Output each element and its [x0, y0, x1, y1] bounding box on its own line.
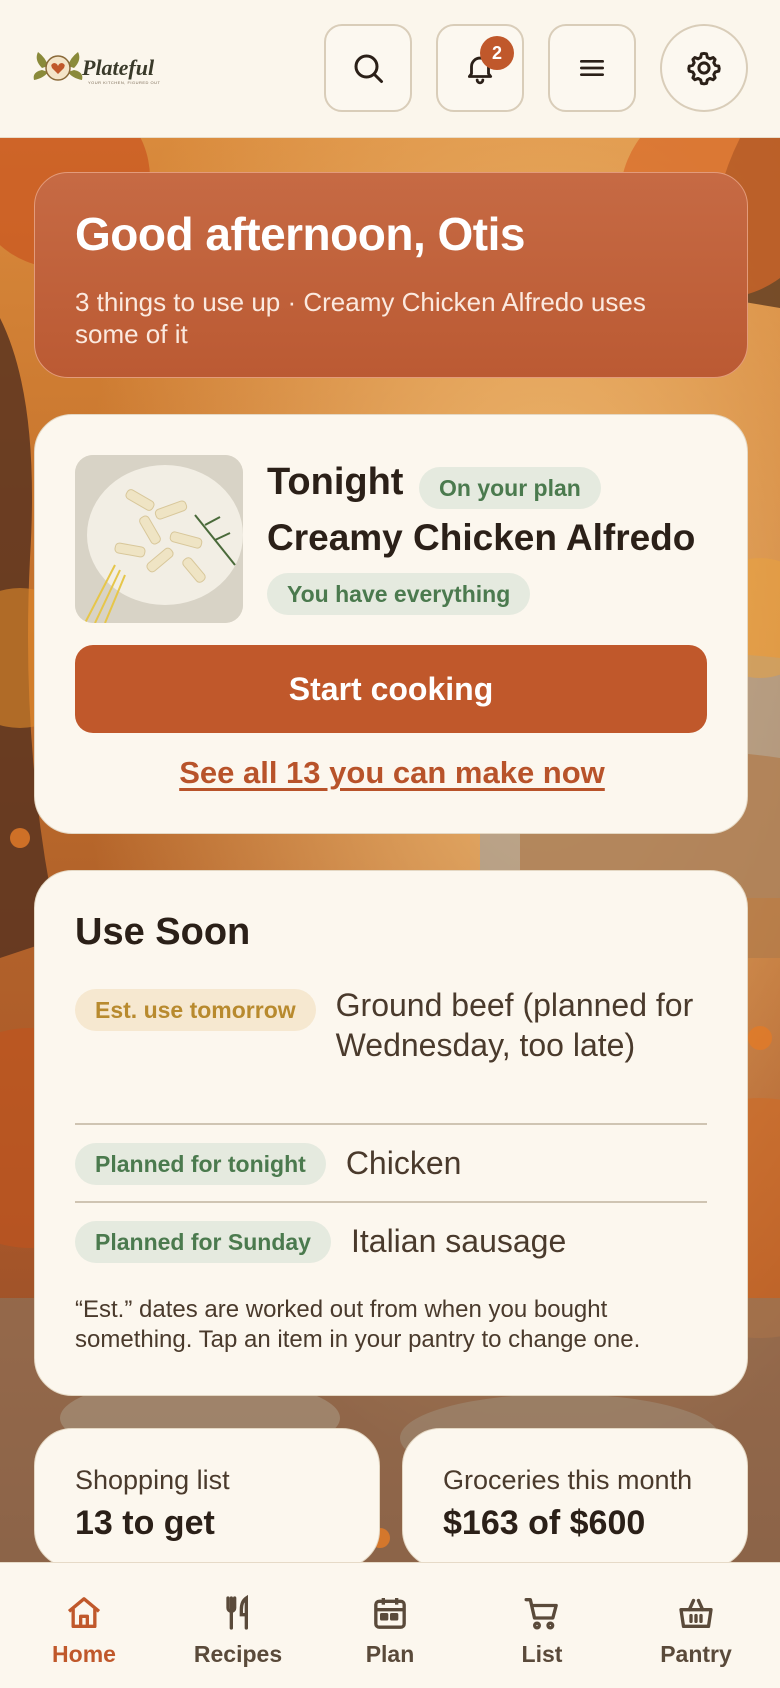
ingredients-status-badge: You have everything [267, 573, 531, 615]
nav-list[interactable]: List [464, 1563, 620, 1688]
dish-name[interactable]: Creamy Chicken Alfredo [267, 517, 695, 559]
on-plan-badge: On your plan [419, 467, 601, 509]
calendar-icon [374, 1598, 406, 1629]
groceries-label: Groceries this month [443, 1465, 693, 1495]
logo-tagline: YOUR KITCHEN, FIGURED OUT [88, 80, 161, 85]
search-icon [354, 54, 383, 83]
nav-plan[interactable]: Plan [312, 1563, 468, 1688]
use-soon-item[interactable]: Planned for Sunday Italian sausage [75, 1221, 707, 1263]
basket-icon [679, 1598, 713, 1628]
use-soon-item-name: Italian sausage [350, 1223, 567, 1259]
groceries-spend: $163 of $600 [443, 1504, 646, 1542]
estimate-note: “Est.” dates are worked out from when yo… [75, 1296, 641, 1353]
nav-label: Home [52, 1641, 116, 1667]
use-soon-item[interactable]: Planned for tonight Chicken [75, 1143, 707, 1185]
search-button[interactable] [324, 24, 412, 112]
shopping-list-card[interactable]: Shopping list 13 to get [34, 1428, 380, 1568]
menu-icon [580, 59, 604, 76]
use-soon-item-name: Chicken [345, 1145, 462, 1181]
see-all-recipes-link[interactable]: See all 13 you can make now [35, 755, 749, 791]
cart-icon [524, 1598, 558, 1630]
use-soon-item-name: Ground beef (planned for Wednesday, too … [335, 987, 694, 1063]
row-divider [75, 1123, 707, 1125]
utensils-icon [226, 1594, 248, 1630]
nav-recipes[interactable]: Recipes [160, 1563, 316, 1688]
app-logo[interactable]: Plateful YOUR KITCHEN, FIGURED OUT [32, 46, 168, 90]
notifications-button[interactable]: 2 [436, 24, 524, 112]
gear-icon [687, 51, 721, 86]
use-soon-card: Use Soon Est. use tomorrow Ground beef (… [34, 870, 748, 1396]
shopping-list-label: Shopping list [75, 1465, 230, 1495]
bottom-navigation: Home Recipes Plan List Pantry [0, 1562, 780, 1688]
start-cooking-button[interactable]: Start cooking [75, 645, 707, 733]
greeting-subtitle: 3 things to use up · Creamy Chicken Alfr… [75, 286, 646, 349]
nav-label: Plan [365, 1641, 415, 1667]
use-by-badge: Planned for tonight [75, 1143, 326, 1185]
dish-photo [75, 455, 243, 623]
nav-label: Pantry [660, 1641, 732, 1667]
menu-button[interactable] [548, 24, 636, 112]
greeting-title: Good afternoon, Otis [75, 208, 525, 260]
greeting-banner: Good afternoon, Otis 3 things to use up … [34, 172, 748, 378]
use-by-badge: Est. use tomorrow [75, 989, 316, 1031]
logo-wordmark: Plateful [82, 55, 155, 80]
tonight-label: Tonight [267, 461, 404, 503]
settings-button[interactable] [660, 24, 748, 112]
nav-home[interactable]: Home [6, 1563, 162, 1688]
tonight-card: Tonight On your plan Creamy Chicken Alfr… [34, 414, 748, 834]
app-header: Plateful YOUR KITCHEN, FIGURED OUT 2 [0, 0, 780, 138]
use-by-badge: Planned for Sunday [75, 1221, 331, 1263]
notification-count-badge: 2 [480, 36, 514, 70]
shopping-list-count: 13 to get [75, 1504, 215, 1542]
logo-leaf-heart-icon [32, 46, 84, 90]
use-soon-title: Use Soon [75, 911, 251, 953]
nav-pantry[interactable]: Pantry [618, 1563, 774, 1688]
groceries-budget-card[interactable]: Groceries this month $163 of $600 [402, 1428, 748, 1568]
nav-label: Recipes [193, 1641, 283, 1667]
row-divider [75, 1201, 707, 1203]
home-icon [67, 1597, 101, 1628]
nav-label: List [521, 1641, 563, 1667]
use-soon-item[interactable]: Est. use tomorrow Ground beef (planned f… [75, 987, 707, 1065]
